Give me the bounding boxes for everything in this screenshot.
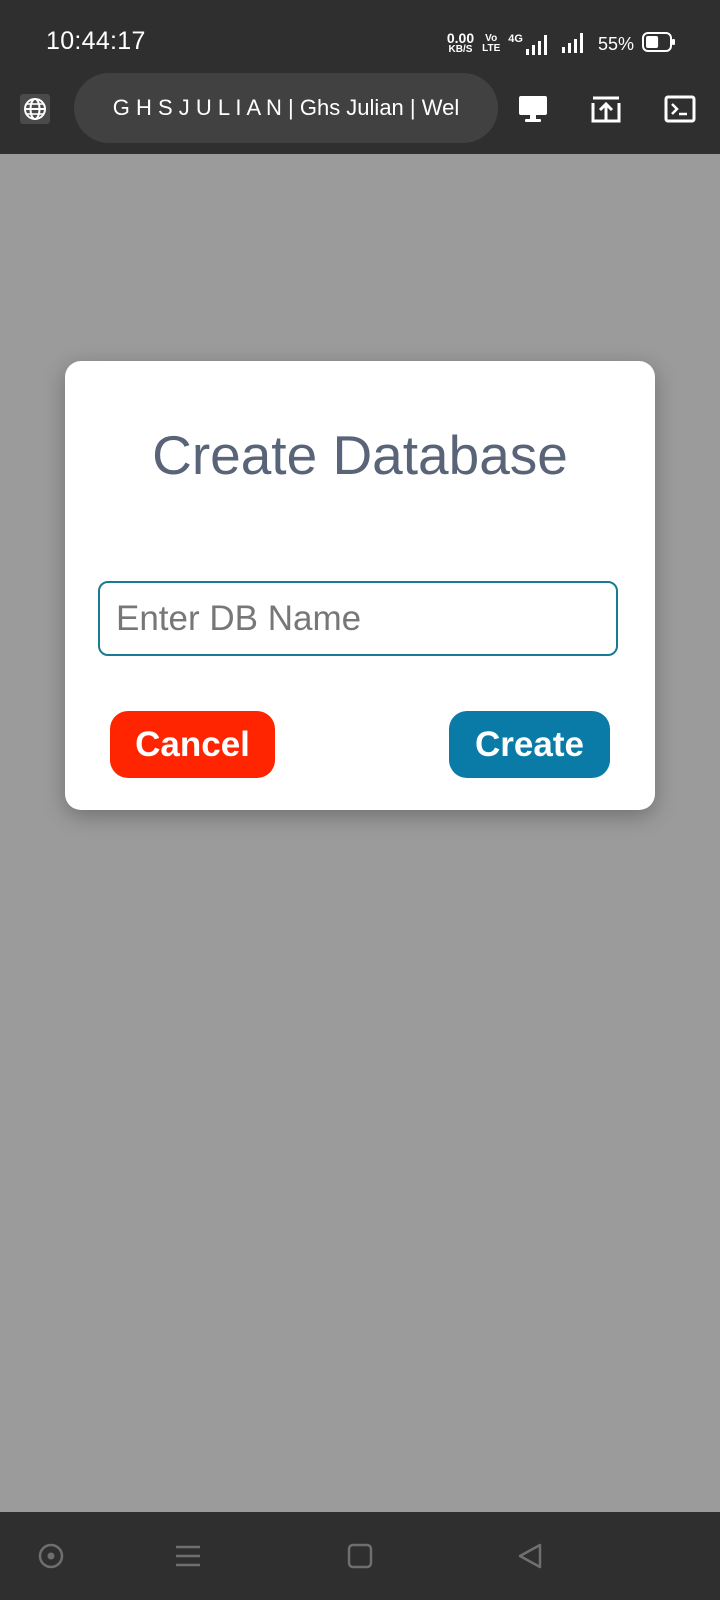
volte-icon: Vo LTE <box>482 34 500 54</box>
page-title-pill[interactable]: G H S J U L I A N | Ghs Julian | Wel <box>74 73 498 143</box>
globe-icon[interactable] <box>20 94 50 124</box>
battery-icon <box>642 31 676 57</box>
volte-bottom-label: LTE <box>482 43 501 54</box>
create-database-dialog: Create Database Cancel Create <box>65 361 655 810</box>
terminal-icon[interactable] <box>663 92 697 126</box>
desktop-icon[interactable] <box>516 92 550 126</box>
dialog-title: Create Database <box>152 424 568 486</box>
battery-percent: 55% <box>597 33 634 54</box>
signal-icon <box>560 31 588 58</box>
net-speed: 0.00 KB/S <box>446 30 475 55</box>
status-bar: 10:44:17 0.00 KB/S Vo LTE 4G 55% <box>0 0 720 78</box>
net-speed-value: 0.00 <box>446 30 475 46</box>
page-title: G H S J U L I A N | Ghs Julian | Wel <box>112 95 460 120</box>
cancel-button[interactable]: Cancel <box>110 711 275 778</box>
browser-toolbar: G H S J U L I A N | Ghs Julian | Wel <box>0 73 720 154</box>
network-type-label: 4G <box>508 33 523 45</box>
circle-dot-icon[interactable] <box>33 1538 69 1574</box>
home-square-icon[interactable] <box>342 1538 378 1574</box>
status-time: 10:44:17 <box>46 27 146 55</box>
menu-icon[interactable] <box>170 1538 206 1574</box>
status-indicators: 0.00 KB/S Vo LTE 4G 55% <box>447 30 676 58</box>
upload-icon[interactable] <box>589 92 623 126</box>
signal-4g-icon: 4G <box>508 33 552 55</box>
create-button[interactable]: Create <box>449 711 610 778</box>
net-speed-unit: KB/S <box>448 44 473 55</box>
db-name-input[interactable] <box>98 581 618 656</box>
back-icon[interactable] <box>512 1538 548 1574</box>
system-nav-bar <box>0 1512 720 1600</box>
